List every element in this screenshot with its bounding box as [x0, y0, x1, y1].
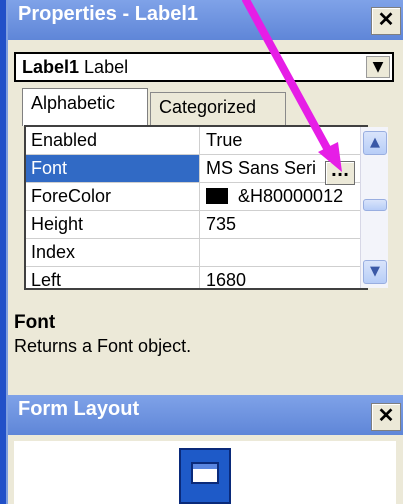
- property-value[interactable]: 1680: [200, 267, 366, 288]
- property-row-enabled[interactable]: Enabled True: [26, 127, 366, 155]
- object-type: Label: [84, 57, 129, 77]
- property-name: Index: [26, 239, 200, 267]
- close-icon: ✕: [377, 9, 395, 31]
- tab-alphabetic[interactable]: Alphabetic: [22, 88, 148, 126]
- properties-title: Properties - Label1: [18, 3, 199, 25]
- form-preview-titlebar: [193, 464, 217, 469]
- property-name: ForeColor: [26, 183, 200, 211]
- screen-right-edge: [403, 0, 412, 504]
- chevron-up-icon: ▲: [370, 135, 380, 150]
- property-row-left[interactable]: Left 1680: [26, 267, 366, 288]
- tab-categorized[interactable]: Categorized: [150, 92, 286, 126]
- property-value[interactable]: 735: [200, 211, 366, 239]
- description-title: Font: [14, 312, 56, 333]
- grid-vertical-scrollbar[interactable]: ▲ ▼: [360, 127, 388, 288]
- chevron-down-icon: ▼: [370, 264, 380, 279]
- scroll-thumb[interactable]: [363, 199, 387, 211]
- tab-alphabetic-label: Alphabetic: [31, 93, 116, 113]
- object-selector-dropdown-button[interactable]: ▼: [366, 56, 390, 78]
- object-selector-combo[interactable]: Label1 Label ▼: [14, 52, 394, 82]
- properties-grid: Enabled True Font MS Sans Seri ForeColor…: [24, 125, 368, 290]
- form-layout-title-bar[interactable]: Form Layout ✕: [8, 395, 403, 435]
- property-name: Enabled: [26, 127, 200, 155]
- close-icon: ✕: [377, 405, 395, 427]
- form-layout-title: Form Layout: [18, 398, 140, 420]
- properties-title-bar[interactable]: Properties - Label1 ✕: [8, 0, 403, 40]
- property-name: Font: [26, 155, 200, 183]
- property-value[interactable]: [200, 239, 366, 267]
- property-row-forecolor[interactable]: ForeColor &H80000012: [26, 183, 366, 211]
- property-row-index[interactable]: Index: [26, 239, 366, 267]
- scroll-up-button[interactable]: ▲: [363, 131, 387, 155]
- property-description: Font Returns a Font object.: [14, 312, 394, 357]
- font-ellipsis-button[interactable]: ...: [325, 161, 355, 185]
- scroll-down-button[interactable]: ▼: [363, 260, 387, 284]
- object-name: Label1: [22, 57, 80, 77]
- chevron-down-icon: ▼: [372, 59, 384, 75]
- tab-categorized-label: Categorized: [159, 97, 257, 117]
- color-swatch-icon: [206, 188, 228, 204]
- description-text: Returns a Font object.: [14, 336, 192, 356]
- form-layout-close-button[interactable]: ✕: [371, 403, 401, 431]
- property-value[interactable]: True: [200, 127, 366, 155]
- property-name: Left: [26, 267, 200, 288]
- property-row-font[interactable]: Font MS Sans Seri: [26, 155, 366, 183]
- property-value: &H80000012: [238, 186, 344, 206]
- property-value-color[interactable]: &H80000012: [200, 183, 366, 211]
- object-selector-value: Label1 Label: [22, 57, 128, 78]
- property-row-height[interactable]: Height 735: [26, 211, 366, 239]
- property-name: Height: [26, 211, 200, 239]
- properties-close-button[interactable]: ✕: [371, 7, 401, 35]
